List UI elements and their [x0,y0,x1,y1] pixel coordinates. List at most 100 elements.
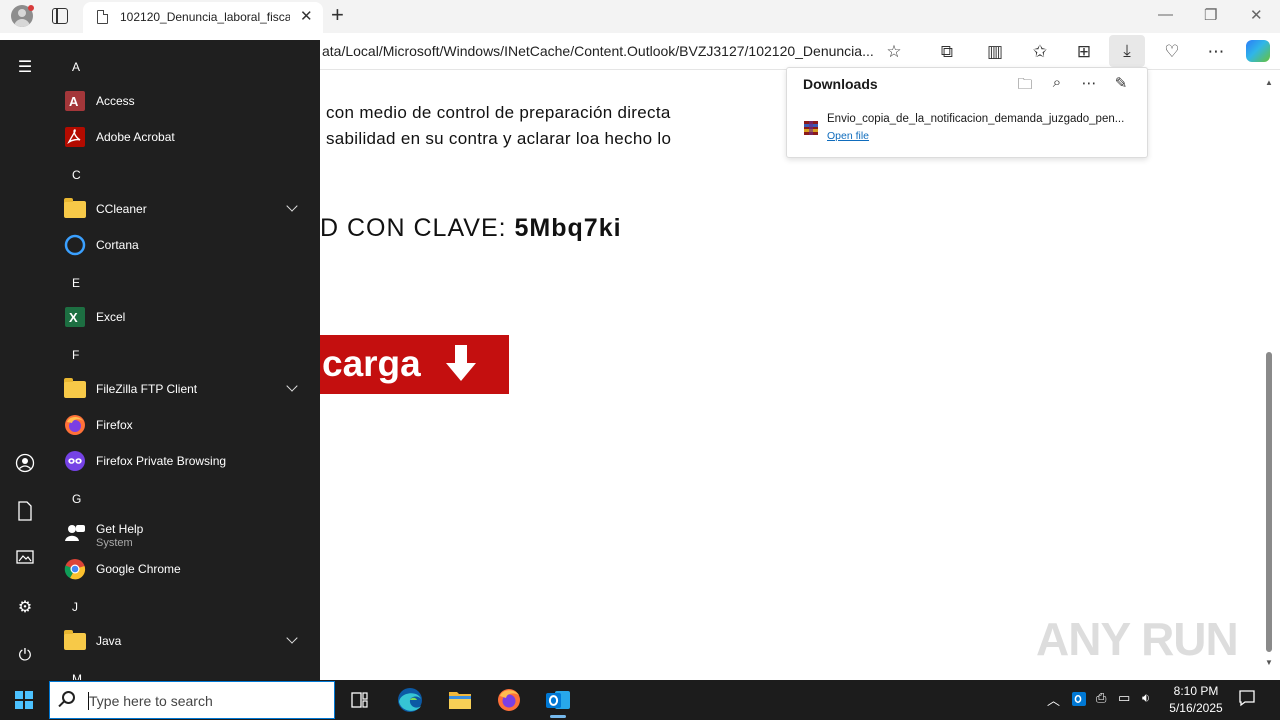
firefox-icon [65,415,85,435]
taskbar: Type here to search ︿ ⎙ ▭ 🔉︎ 8:10 PM 5/1… [0,680,1280,720]
tab-actions-icon[interactable] [52,8,68,24]
password-value: 5Mbq7ki [514,214,622,242]
app-name: Firefox [96,418,133,432]
tab-bar: 102120_Denuncia_laboral_fiscal_ ✕ + — ❐ … [0,0,1280,33]
svg-text:X: X [69,310,78,325]
browser-essentials-icon[interactable]: ♡ [1160,40,1184,64]
network-icon[interactable]: ▭ [1118,690,1130,706]
firefox-taskbar-icon[interactable] [489,684,529,716]
group-letter-m[interactable]: M [72,672,82,680]
favorite-star-icon[interactable]: ☆ [882,40,906,64]
page-scrollbar[interactable]: ▲ ▼ [1260,70,1280,676]
outlook-taskbar-icon[interactable] [538,684,578,718]
scroll-down-icon[interactable]: ▼ [1265,658,1273,667]
close-window-icon[interactable]: ✕ [1250,6,1263,24]
chevron-down-icon[interactable] [286,200,298,212]
split-screen-icon[interactable]: ▥ [983,40,1007,64]
app-java[interactable]: Java [50,624,320,658]
password-label: D CON CLAVE: [320,214,515,242]
open-folder-icon[interactable]: 🗀 [1015,74,1035,94]
account-icon[interactable] [14,453,36,475]
app-name: FileZilla FTP Client [96,382,198,396]
copilot-icon[interactable] [1246,40,1270,62]
group-letter-a[interactable]: A [72,60,80,74]
volume-icon[interactable]: 🔉︎ [1142,690,1150,706]
svg-text:A: A [69,94,79,109]
document-icon [97,10,108,24]
app-name: Excel [96,310,126,324]
start-menu-rail: ☰ ⚙ ⏻ [0,40,50,680]
body-paragraph: con medio de control de preparación dire… [326,100,786,152]
show-hidden-icons-chevron[interactable]: ︿ [1047,690,1060,709]
group-letter-j[interactable]: J [72,600,78,614]
downloads-icon[interactable]: ⤓ [1109,35,1145,67]
get-help-icon [65,525,85,541]
app-cortana[interactable]: Cortana [50,228,320,262]
app-ccleaner[interactable]: CCleaner [50,192,320,226]
app-firefox-private[interactable]: Firefox Private Browsing [50,444,320,478]
group-letter-g[interactable]: G [72,492,81,506]
chevron-down-icon[interactable] [286,632,298,644]
chevron-down-icon[interactable] [286,380,298,392]
firefox-private-icon [65,451,85,471]
taskbar-search-box[interactable]: Type here to search [49,681,335,719]
close-tab-icon[interactable]: ✕ [300,7,313,25]
chrome-icon [64,559,86,580]
clock-date: 5/16/2025 [1169,701,1223,715]
open-file-link[interactable]: Open file [827,130,869,142]
app-adobe-acrobat[interactable]: Adobe Acrobat [50,120,320,154]
browser-tab[interactable]: 102120_Denuncia_laboral_fiscal_ ✕ [83,2,323,33]
windows-start-icon[interactable] [15,691,33,709]
more-menu-icon[interactable]: ⋯ [1204,40,1228,64]
settings-gear-icon[interactable]: ⚙ [14,597,36,619]
url-field[interactable]: ata/Local/Microsoft/Windows/INetCache/Co… [322,43,874,59]
notifications-icon[interactable] [1238,689,1256,710]
restore-icon[interactable]: ❐ [1204,6,1217,24]
app-get-help[interactable]: Get Help System [50,516,320,554]
documents-icon[interactable] [14,501,36,523]
app-name: Access [96,94,135,108]
device-tray-icon[interactable]: ⎙ [1096,690,1106,706]
pin-icon[interactable]: ✎ [1111,74,1131,94]
system-clock[interactable]: 8:10 PM 5/16/2025 [1160,683,1232,717]
folder-icon [64,198,86,218]
group-letter-c[interactable]: C [72,168,81,182]
download-button[interactable]: carga [320,335,509,394]
password-line: D CON CLAVE: 5Mbq7ki [320,214,622,243]
downloads-title: Downloads [803,76,878,92]
app-name: Get Help [96,522,144,536]
new-tab-icon[interactable]: + [331,2,344,28]
hamburger-menu-icon[interactable]: ☰ [14,57,36,79]
file-explorer-icon[interactable] [440,684,480,716]
favorites-icon[interactable]: ✩ [1028,40,1052,64]
pictures-icon[interactable] [14,549,36,571]
minimize-icon[interactable]: — [1158,6,1173,23]
download-button-label: carga [322,343,421,384]
notification-dot [28,5,34,11]
document-page: con medio de control de preparación dire… [320,70,1260,676]
folder-icon [64,630,86,650]
downloads-panel: Downloads 🗀 ⌕ ⋯ ✎ Envio_copia_de_la_noti… [786,67,1148,158]
group-letter-e[interactable]: E [72,276,80,290]
app-excel[interactable]: X Excel [50,300,320,334]
downloaded-file-name[interactable]: Envio_copia_de_la_notificacion_demanda_j… [827,113,1124,125]
outlook-tray-icon[interactable] [1071,691,1087,710]
scroll-up-icon[interactable]: ▲ [1265,78,1273,87]
search-downloads-icon[interactable]: ⌕ [1047,74,1067,94]
app-name: Firefox Private Browsing [96,454,227,468]
group-letter-f[interactable]: F [72,348,79,362]
app-access[interactable]: A Access [50,84,320,118]
app-filezilla[interactable]: FileZilla FTP Client [50,372,320,406]
edge-taskbar-icon[interactable] [390,684,430,716]
app-google-chrome[interactable]: Google Chrome [50,552,320,586]
scroll-thumb[interactable] [1266,352,1272,652]
power-icon[interactable]: ⏻ [14,645,36,667]
collections-icon[interactable]: ⊞ [1072,40,1096,64]
app-name: Java [96,634,122,648]
acrobat-icon [65,127,85,147]
more-options-icon[interactable]: ⋯ [1079,74,1099,94]
task-view-icon[interactable] [340,684,380,716]
anyrun-watermark: ANY RUN [1036,612,1239,666]
extensions-icon[interactable]: ⧉ [935,40,959,64]
app-firefox[interactable]: Firefox [50,408,320,442]
